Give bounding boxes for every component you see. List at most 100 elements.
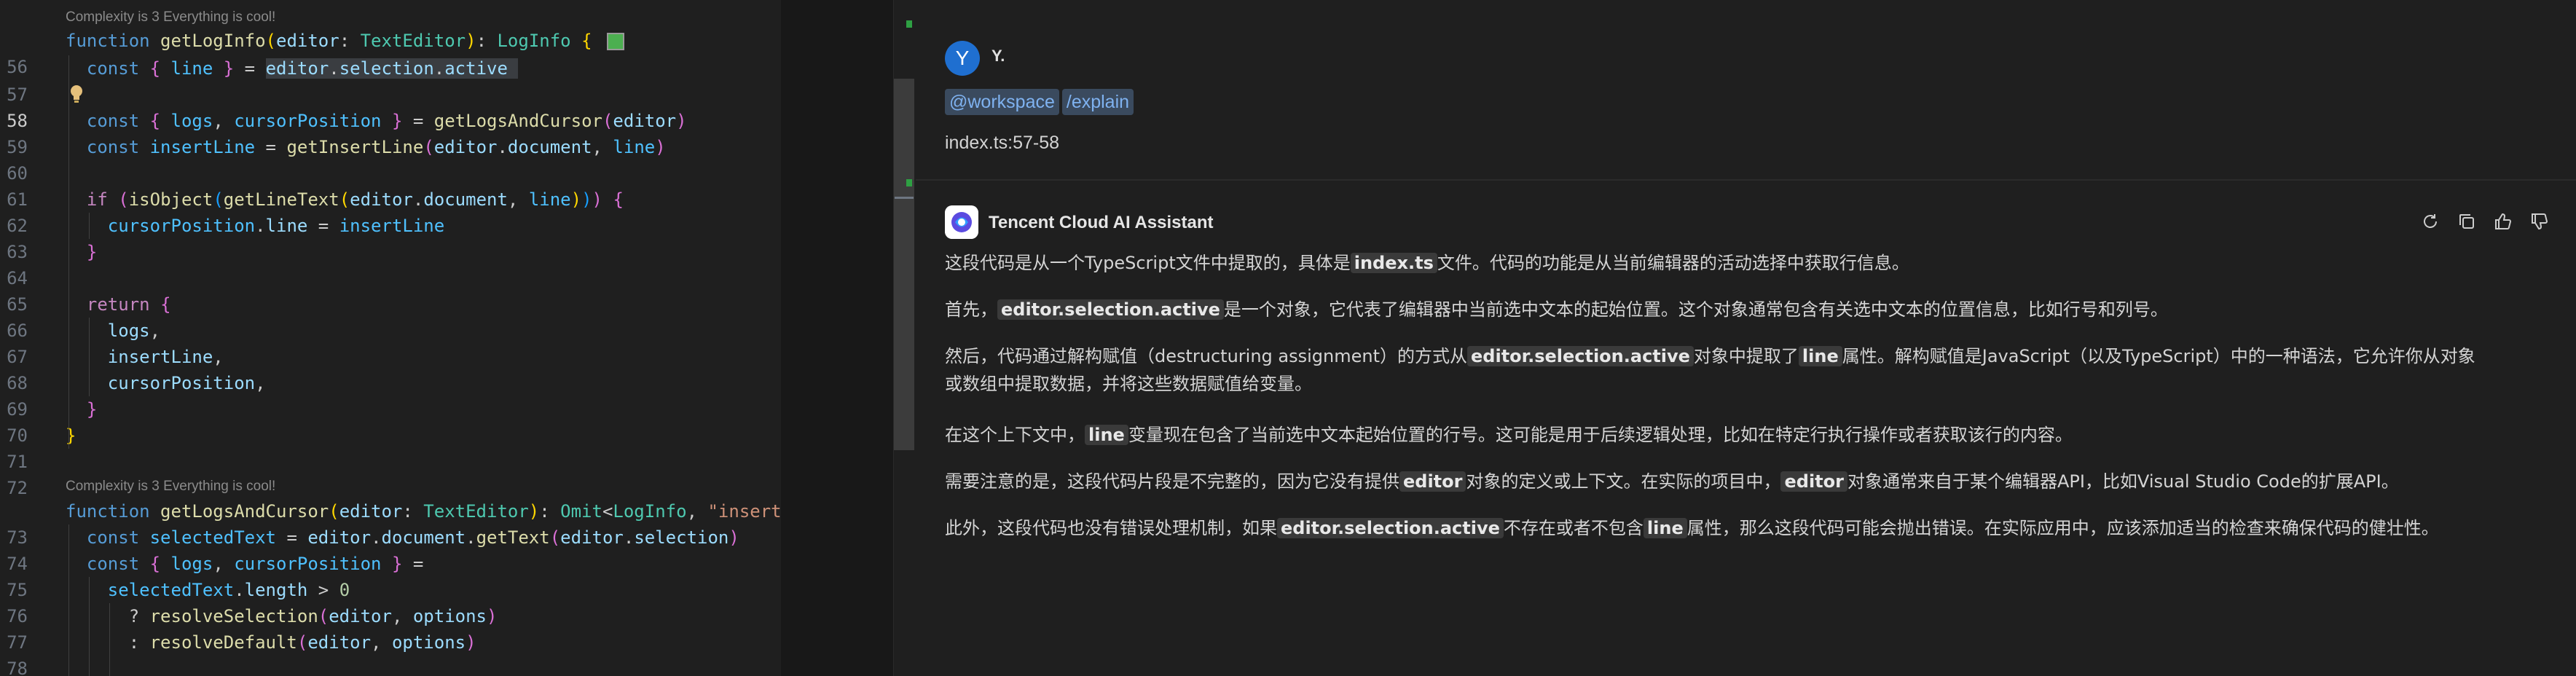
text: 对象的定义或上下文。在实际的项目中，: [1466, 471, 1781, 492]
code-line[interactable]: 68 insertLine,: [0, 344, 781, 393]
code-line[interactable]: 74 const selectedText = editor.document.…: [0, 524, 781, 574]
file-reference[interactable]: index.ts:57-58: [945, 133, 1059, 154]
inline-code: line: [1643, 518, 1687, 538]
indent-guide: [89, 318, 90, 396]
thumbs-down-icon: [2532, 213, 2548, 230]
text: 此外，这段代码也没有错误处理机制，如果: [945, 518, 1277, 538]
line-number: 78: [7, 659, 28, 676]
code-line[interactable]: 56 function getLogInfo(editor: TextEdito…: [0, 28, 781, 77]
change-marker: [906, 179, 912, 186]
code-text: cursorPosition.line = insertLine: [107, 216, 445, 236]
code-text: selectedText.length > 0: [107, 580, 350, 600]
text: 变量现在包含了当前选中文本起始位置的行号。这可能是用于后续逻辑处理，比如在特定行…: [1128, 425, 2073, 445]
inline-code: editor: [1780, 471, 1847, 492]
code-line[interactable]: 77 ? resolveSelection(editor, options): [0, 603, 781, 653]
code-text: ? resolveSelection(editor, options): [66, 606, 498, 626]
assistant-name: Tencent Cloud AI Assistant: [989, 213, 1214, 232]
user-name: Y.: [991, 47, 1005, 65]
text: 或数组中提取数据，并将这些数据赋值给变量。: [945, 374, 1312, 394]
code-text: return {: [86, 294, 171, 315]
inline-code: editor.selection.active: [1277, 518, 1504, 538]
code-text: }: [86, 242, 98, 262]
line-number: 72: [7, 478, 28, 498]
response-paragraph: 首先， editor.selection.active 是一个对象，它代表了编辑器中…: [945, 296, 2555, 323]
code-text: const { logs, cursorPosition } =: [86, 554, 424, 574]
copy-button[interactable]: [2454, 208, 2480, 235]
code-text: cursorPosition,: [107, 373, 266, 393]
inline-code: index.ts: [1350, 253, 1437, 273]
code-line[interactable]: 72: [0, 449, 781, 498]
inline-code: editor.selection.active: [1467, 346, 1694, 366]
response-paragraph: 然后，代码通过解构赋值（destructuring assignment）的方式…: [945, 342, 2555, 398]
code-text: const selectedText = editor.document.get…: [86, 527, 739, 548]
code-line[interactable]: 61: [0, 160, 781, 210]
text: 首先，: [945, 299, 997, 320]
cursor-marker: [895, 197, 914, 199]
text: 是一个对象，它代表了编辑器中当前选中文本的起始位置。这个对象通常包含有关选中文本…: [1223, 299, 2168, 320]
code-line[interactable]: 59 const { logs, cursorPosition } = getL…: [0, 108, 781, 157]
code-line[interactable]: 75 const { logs, cursorPosition } =: [0, 551, 781, 600]
lightbulb-icon[interactable]: [67, 83, 86, 105]
code-line[interactable]: 65: [0, 265, 781, 315]
thumbs-down-button[interactable]: [2526, 208, 2553, 235]
code-line[interactable]: 71 }: [0, 422, 781, 472]
code-text: : resolveDefault(editor, options): [66, 632, 476, 653]
response-paragraph: 此外，这段代码也没有错误处理机制，如果 editor.selection.acti…: [945, 514, 2555, 542]
response-paragraph: 需要注意的是，这段代码片段是不完整的，因为它没有提供 editor 对象的定义或上下…: [945, 468, 2555, 495]
code-line[interactable]: 64 }: [0, 239, 781, 288]
code-line[interactable]: 66 return {: [0, 291, 781, 341]
chat-panel: Y Y. @workspace /explain index.ts:57-58 …: [916, 0, 2576, 676]
code-line[interactable]: 76 selectedText.length > 0: [0, 577, 781, 626]
code-text: }: [66, 425, 76, 446]
text: 需要注意的是，这段代码片段是不完整的，因为它没有提供: [945, 471, 1399, 492]
codelens-complexity[interactable]: Complexity is 3 Everything is cool!: [66, 7, 275, 28]
command-chip[interactable]: /explain: [1061, 89, 1134, 115]
inline-code: line: [1085, 425, 1128, 445]
code-line[interactable]: 67 logs,: [0, 318, 781, 367]
indent-guide: [89, 577, 90, 676]
color-swatch-icon[interactable]: [606, 33, 624, 50]
message-actions: [2417, 208, 2553, 237]
codelens-complexity[interactable]: Complexity is 3 Everything is cool!: [66, 476, 275, 497]
indent-guide: [68, 55, 69, 449]
user-message: Y Y. @workspace /explain index.ts:57-58: [916, 0, 2576, 181]
code-line[interactable]: 57 const { line } = editor.selection.act…: [0, 55, 781, 105]
code-text: logs,: [107, 321, 161, 341]
regenerate-button[interactable]: [2417, 208, 2443, 235]
indent-guide: [68, 524, 69, 676]
text: 这段代码是从一个TypeScript文件中提取的，具体是: [945, 253, 1351, 273]
text: 属性，那么这段代码可能会抛出错误。在实际应用中，应该添加适当的检查来确保代码的健…: [1686, 518, 2439, 538]
inline-code: editor.selection.active: [997, 299, 1224, 320]
code-line[interactable]: 62 if (isObject(getLineText(editor.docum…: [0, 186, 781, 236]
code-text: if (isObject(getLineText(editor.document…: [86, 189, 624, 210]
assistant-logo-icon: [945, 205, 978, 239]
text: 在这个上下文中，: [945, 425, 1085, 445]
response-paragraph: 在这个上下文中， line 变量现在包含了当前选中文本起始位置的行号。这可能是用于后…: [945, 421, 2555, 449]
workspace-chip[interactable]: @workspace: [945, 89, 1059, 115]
code-editor[interactable]: Complexity is 3 Everything is cool! 56 f…: [0, 0, 781, 676]
refresh-icon: [2424, 214, 2437, 228]
code-line[interactable]: 73 function getLogsAndCursor(editor: Tex…: [0, 498, 781, 548]
copy-icon: [2459, 214, 2474, 229]
code-text: }: [86, 399, 98, 420]
code-line[interactable]: 69 cursorPosition,: [0, 370, 781, 420]
code-line[interactable]: 70 }: [0, 396, 781, 446]
text: 然后，代码通过解构赋值（destructuring assignment）的方式…: [945, 346, 1468, 366]
code-text: function getLogInfo(editor: TextEditor):…: [66, 28, 624, 54]
avatar: Y: [945, 41, 980, 76]
code-line[interactable]: 63 cursorPosition.line = insertLine: [0, 213, 781, 262]
scrollbar-thumb[interactable]: [894, 79, 914, 450]
code-line[interactable]: 78 : resolveDefault(editor, options): [0, 629, 781, 676]
indent-guide: [109, 603, 110, 676]
code-line-current[interactable]: 58: [0, 82, 781, 131]
text: 对象中提取了: [1693, 346, 1799, 366]
prompt-chips: @workspace /explain: [945, 89, 1134, 115]
code-line[interactable]: 60 const insertLine = getInsertLine(edit…: [0, 134, 781, 184]
thumbs-up-button[interactable]: [2490, 208, 2516, 235]
change-marker: [906, 20, 912, 28]
indent-guide: [89, 213, 90, 239]
text: 属性。解构赋值是JavaScript（以及TypeScript）中的一种语法，它…: [1842, 346, 2475, 366]
inline-code: editor: [1399, 471, 1466, 492]
code-text: const { logs, cursorPosition } = getLogs…: [86, 111, 687, 131]
text: 对象通常来自于某个编辑器API，比如Visual Studio Code的扩展A…: [1847, 471, 2399, 492]
